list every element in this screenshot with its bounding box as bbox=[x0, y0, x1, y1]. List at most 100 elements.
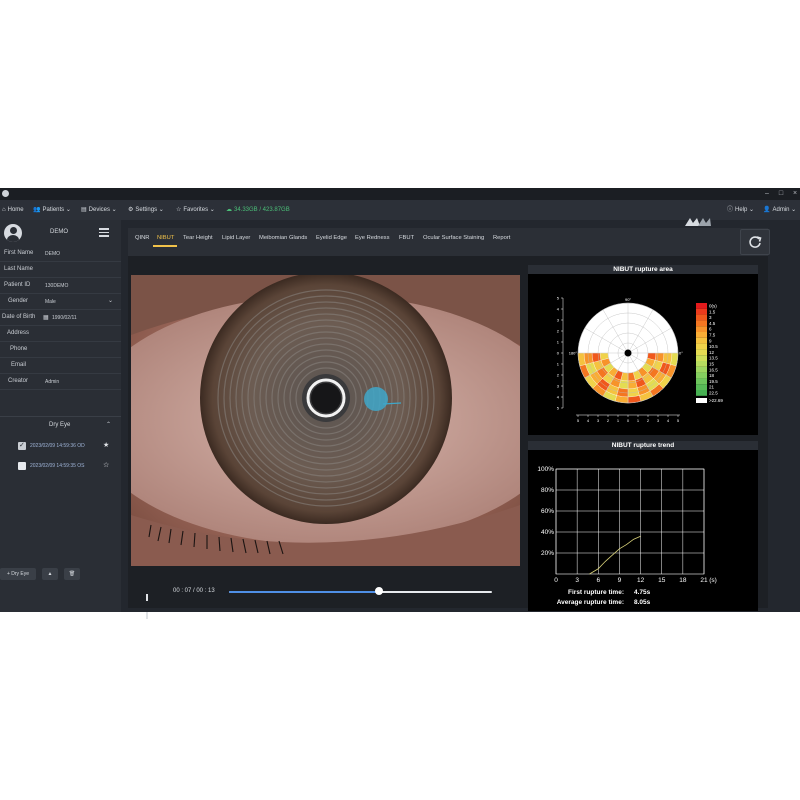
home-icon: ⌂ bbox=[2, 207, 6, 213]
gender-select[interactable]: Male bbox=[45, 299, 56, 305]
seek-knob[interactable] bbox=[374, 587, 383, 595]
menu-bar: ⌂ Home 👥 Patients ⌄ ▤ Devices ⌄ ⚙ Settings ⌄… bbox=[0, 200, 800, 226]
menu-settings-label: Settings bbox=[135, 207, 158, 213]
maximize-icon[interactable]: □ bbox=[776, 188, 786, 200]
x-tick-label: 12 bbox=[637, 577, 645, 584]
polar-label-left: 180° bbox=[569, 351, 578, 356]
tab-ocular-surface-staining[interactable]: Ocular Surface Staining bbox=[423, 235, 484, 241]
eye-image bbox=[131, 275, 520, 566]
tab-report[interactable]: Report bbox=[493, 235, 510, 241]
menu-admin[interactable]: 👤 Admin ⌄ bbox=[763, 200, 796, 220]
rupture-area-panel: NIBUT rupture area 90° 180° 0° 54321012345… bbox=[528, 265, 758, 435]
menu-patients[interactable]: 👥 Patients ⌄ bbox=[33, 200, 71, 220]
legend-swatch bbox=[696, 303, 707, 309]
field-label: Patient ID bbox=[4, 282, 31, 288]
legend-label: 4.5 bbox=[709, 321, 716, 326]
y-tick-label: 80% bbox=[541, 487, 554, 494]
playback-time: 00 : 07 / 00 : 13 bbox=[173, 588, 215, 594]
menu-settings[interactable]: ⚙ Settings ⌄ bbox=[128, 200, 164, 220]
delete-button[interactable]: 🗑 bbox=[64, 568, 80, 580]
y-tick-label: 60% bbox=[541, 508, 554, 515]
legend-swatch bbox=[696, 320, 707, 327]
x-tick-label: 2 bbox=[607, 418, 610, 423]
field-email: Email bbox=[0, 358, 121, 374]
menu-home[interactable]: ⌂ Home bbox=[2, 200, 24, 220]
chevron-up-icon[interactable]: ⌃ bbox=[106, 421, 111, 428]
y-tick-label: 40% bbox=[541, 529, 554, 536]
field-first-name: First Name DEMO bbox=[0, 246, 121, 262]
calendar-icon[interactable]: ▦ bbox=[43, 314, 49, 321]
x-tick-label: 5 bbox=[577, 418, 580, 423]
star-outline-icon[interactable]: ☆ bbox=[103, 461, 109, 469]
y-tick-label: 5 bbox=[557, 406, 560, 411]
legend-label: 3 bbox=[709, 315, 712, 320]
seek-progress bbox=[229, 591, 379, 593]
legend-swatch bbox=[696, 378, 707, 385]
tab-meibomian-glands[interactable]: Meibomian Glands bbox=[259, 235, 307, 241]
add-dry-eye-button[interactable]: + Dry Eye bbox=[0, 568, 36, 580]
field-address: Address bbox=[0, 326, 121, 342]
storage-indicator: ☁ 34.33GB / 423.87GB bbox=[226, 200, 290, 220]
close-icon[interactable]: × bbox=[790, 188, 800, 200]
rupture-cell bbox=[627, 387, 640, 398]
tab-fbut[interactable]: FBUT bbox=[399, 235, 414, 241]
pause-button[interactable] bbox=[146, 588, 152, 619]
field-label: Phone bbox=[10, 346, 28, 352]
refresh-button[interactable] bbox=[740, 229, 770, 255]
x-tick-label: 2 bbox=[647, 418, 650, 423]
field-label: Email bbox=[11, 362, 27, 368]
polar-label-top: 90° bbox=[625, 297, 631, 302]
x-unit-label: (s) bbox=[709, 577, 717, 584]
app-icon bbox=[2, 190, 9, 197]
field-label: First Name bbox=[4, 250, 34, 256]
menu-favorites[interactable]: ☆ Favorites ⌄ bbox=[176, 200, 215, 220]
patient-panel: DEMO First Name DEMO Last Name Patient I… bbox=[0, 220, 121, 612]
eye-image-viewer[interactable] bbox=[131, 275, 520, 566]
rupture-area-chart: 90°180° 0° 543210123455 4 3 2 1 0 1 2 3 4 5 0(s)1.5… bbox=[557, 296, 724, 424]
help-icon: ⓘ bbox=[727, 207, 734, 213]
tab-tear-height[interactable]: Tear Height bbox=[183, 235, 213, 241]
hamburger-menu-icon[interactable] bbox=[99, 228, 109, 239]
tab-lipid-layer[interactable]: Lipid Layer bbox=[222, 235, 250, 241]
checkbox-unchecked[interactable] bbox=[18, 462, 26, 470]
exam-row[interactable]: ✓ 2023/02/09 14:59:36 OD ★ bbox=[0, 438, 121, 456]
menu-help[interactable]: ⓘ Help ⌄ bbox=[727, 200, 754, 220]
tab-eye-redness[interactable]: Eye Redness bbox=[355, 235, 389, 241]
legend-swatch bbox=[696, 332, 707, 338]
cloud-icon: ☁ bbox=[226, 207, 232, 213]
exam-group-header[interactable]: Dry Eye ⌃ bbox=[0, 416, 121, 433]
x-tick-label: 4 bbox=[587, 418, 590, 423]
x-tick-label: 5 bbox=[677, 418, 680, 423]
menu-patients-label: Patients bbox=[42, 207, 65, 213]
legend-label: 16.5 bbox=[709, 367, 718, 372]
exam-row[interactable]: 2023/02/09 14:59:35 OS ☆ bbox=[0, 458, 121, 476]
field-value[interactable]: 130DEMO bbox=[45, 283, 68, 289]
storage-text: 34.33GB / 423.87GB bbox=[234, 207, 290, 213]
x-tick-label: 6 bbox=[596, 577, 600, 584]
chevron-down-icon[interactable]: ⌄ bbox=[108, 297, 113, 304]
legend-label: 19.5 bbox=[709, 379, 718, 384]
menu-home-label: Home bbox=[7, 207, 24, 213]
users-icon: 👥 bbox=[33, 207, 41, 213]
field-value[interactable]: 1990/02/11 bbox=[52, 315, 77, 321]
y-tick-label: 4 bbox=[557, 395, 560, 400]
legend-swatch bbox=[696, 308, 707, 315]
tab-nibut[interactable]: NIBUT bbox=[157, 235, 174, 241]
y-tick-label: 3 bbox=[557, 384, 560, 389]
tab-qinr[interactable]: QINR bbox=[135, 235, 150, 241]
field-value[interactable]: DEMO bbox=[45, 251, 60, 257]
move-up-button[interactable]: ▲ bbox=[42, 568, 58, 580]
menu-devices[interactable]: ▤ Devices ⌄ bbox=[81, 200, 117, 220]
field-label: Address bbox=[7, 330, 30, 336]
legend-label: 10.5 bbox=[709, 344, 718, 349]
checkbox-checked[interactable]: ✓ bbox=[18, 442, 26, 450]
field-last-name: Last Name bbox=[0, 262, 121, 278]
star-filled-icon[interactable]: ★ bbox=[103, 441, 109, 449]
patient-header: DEMO bbox=[0, 220, 121, 246]
tab-eyelid-edge[interactable]: Eyelid Edge bbox=[316, 235, 347, 241]
avatar[interactable] bbox=[4, 224, 22, 242]
x-tick-label: 0 bbox=[627, 418, 630, 423]
minimize-icon[interactable]: – bbox=[762, 188, 772, 200]
field-value[interactable]: Admin bbox=[45, 379, 59, 385]
exam-group-label: Dry Eye bbox=[49, 422, 71, 428]
